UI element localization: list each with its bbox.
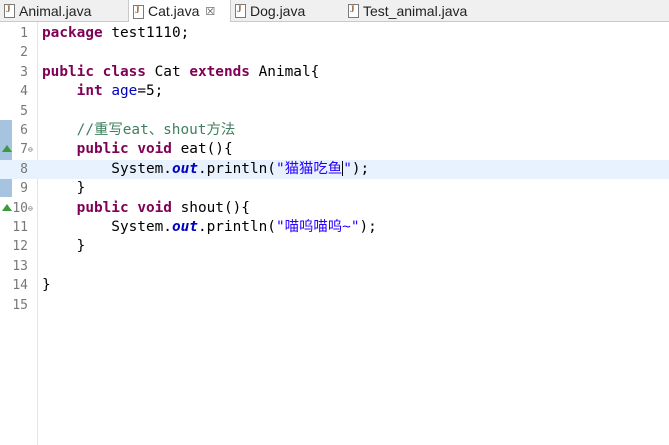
code-token: extends — [189, 63, 250, 80]
code-token: =5; — [137, 83, 164, 100]
code-token: out — [171, 160, 198, 177]
line-number: 4 — [20, 84, 28, 100]
line-number: 6 — [20, 123, 28, 138]
code-token: } — [42, 180, 86, 197]
code-line[interactable]: 14} — [0, 276, 669, 295]
code-token: System. — [42, 160, 172, 177]
code-line[interactable]: 4 int age=5; — [0, 82, 669, 101]
code-token: out — [171, 219, 198, 235]
code-token: "喵呜喵呜~" — [275, 219, 360, 235]
tab-label: Test_animal.java — [363, 2, 468, 19]
code-token: "猫猫吃鱼 — [275, 160, 343, 177]
editor-tab-bar: J Animal.java J Cat.java ☒ J Dog.java J … — [0, 0, 669, 22]
tab-test-animal-java[interactable]: J Test_animal.java — [344, 0, 504, 21]
code-token: System. — [42, 219, 172, 235]
code-line[interactable]: 9 } — [0, 179, 669, 198]
tab-label: Cat.java — [148, 3, 200, 19]
java-file-icon: J — [348, 4, 359, 18]
code-text: System.out.println("猫猫吃鱼"); — [42, 160, 369, 179]
code-text: package test1110; — [42, 24, 189, 43]
code-line[interactable]: 11 System.out.println("喵呜喵呜~"); — [0, 218, 669, 237]
tab-cat-java[interactable]: J Cat.java ☒ — [128, 0, 231, 22]
code-text: public class Cat extends Animal{ — [42, 63, 319, 82]
code-token: " — [343, 160, 352, 177]
code-line[interactable]: 15 — [0, 296, 669, 315]
line-number: 5 — [20, 103, 28, 119]
code-line[interactable]: 2 — [0, 43, 669, 62]
code-token: Cat — [145, 63, 190, 80]
override-marker-icon[interactable] — [2, 145, 12, 153]
code-line[interactable]: 1 package test1110; — [0, 24, 669, 43]
code-token: .println( — [197, 160, 276, 177]
code-text: } — [42, 237, 86, 256]
code-line[interactable]: 7 ⊖ public void eat(){ — [0, 140, 669, 159]
line-number: 3 — [20, 64, 28, 80]
line-number: 11 — [12, 220, 28, 235]
code-token: class — [102, 63, 146, 80]
code-token: Animal{ — [249, 63, 320, 80]
code-token: age — [111, 83, 138, 100]
current-code-line[interactable]: 8 System.out.println("猫猫吃鱼"); — [0, 159, 669, 180]
close-tab-icon[interactable]: ☒ — [205, 5, 215, 18]
code-line[interactable]: 10 ⊖ public void shout(){ — [0, 199, 669, 218]
tab-animal-java[interactable]: J Animal.java — [0, 0, 128, 21]
code-line[interactable]: 13 — [0, 257, 669, 276]
code-text: } — [42, 276, 51, 295]
java-file-icon: J — [235, 4, 246, 18]
line-number: 14 — [12, 278, 28, 294]
code-text: } — [42, 179, 86, 198]
code-token: public — [76, 199, 129, 216]
line-number: 12 — [12, 239, 28, 255]
tab-label: Dog.java — [250, 2, 306, 19]
code-token: public — [42, 63, 94, 80]
code-text: public void shout(){ — [42, 199, 250, 218]
java-file-icon: J — [133, 4, 144, 19]
code-token: .println( — [197, 219, 276, 235]
code-token: shout(){ — [171, 199, 250, 216]
code-token: void — [137, 141, 172, 158]
code-token: } — [42, 238, 86, 255]
tab-label: Animal.java — [19, 2, 92, 19]
code-line[interactable]: 5 — [0, 102, 669, 121]
line-number: 1 — [20, 26, 28, 41]
code-line[interactable]: 6 //重写eat、shout方法 — [0, 121, 669, 140]
fold-collapse-icon[interactable]: ⊖ — [28, 140, 33, 159]
line-number: 13 — [12, 258, 28, 274]
code-token: public — [76, 141, 129, 158]
line-number: 15 — [12, 297, 28, 313]
fold-collapse-icon[interactable]: ⊖ — [28, 199, 33, 218]
code-token: ); — [351, 160, 370, 177]
line-number: 9 — [20, 181, 28, 197]
code-line[interactable]: 3 public class Cat extends Animal{ — [0, 63, 669, 82]
tab-dog-java[interactable]: J Dog.java — [231, 0, 344, 21]
override-marker-icon[interactable] — [2, 203, 12, 211]
code-token: void — [137, 199, 172, 216]
java-file-icon: J — [4, 4, 15, 18]
code-token: int — [76, 83, 103, 100]
code-token: //重写eat、shout方法 — [76, 122, 236, 138]
code-line[interactable]: 12 } — [0, 237, 669, 256]
line-number: 2 — [20, 45, 28, 61]
line-number: 8 — [20, 161, 28, 177]
code-editor[interactable]: 1 package test1110; 2 3 public class Cat ext… — [0, 22, 669, 445]
code-text: //重写eat、shout方法 — [42, 121, 236, 140]
code-token: eat(){ — [171, 141, 233, 158]
code-text: public void eat(){ — [42, 140, 233, 159]
code-token: } — [42, 277, 51, 294]
code-token: test1110; — [102, 25, 190, 41]
code-token: package — [42, 25, 103, 41]
code-token: ); — [359, 219, 377, 235]
code-text: System.out.println("喵呜喵呜~"); — [42, 218, 377, 237]
code-text: int age=5; — [42, 82, 164, 101]
